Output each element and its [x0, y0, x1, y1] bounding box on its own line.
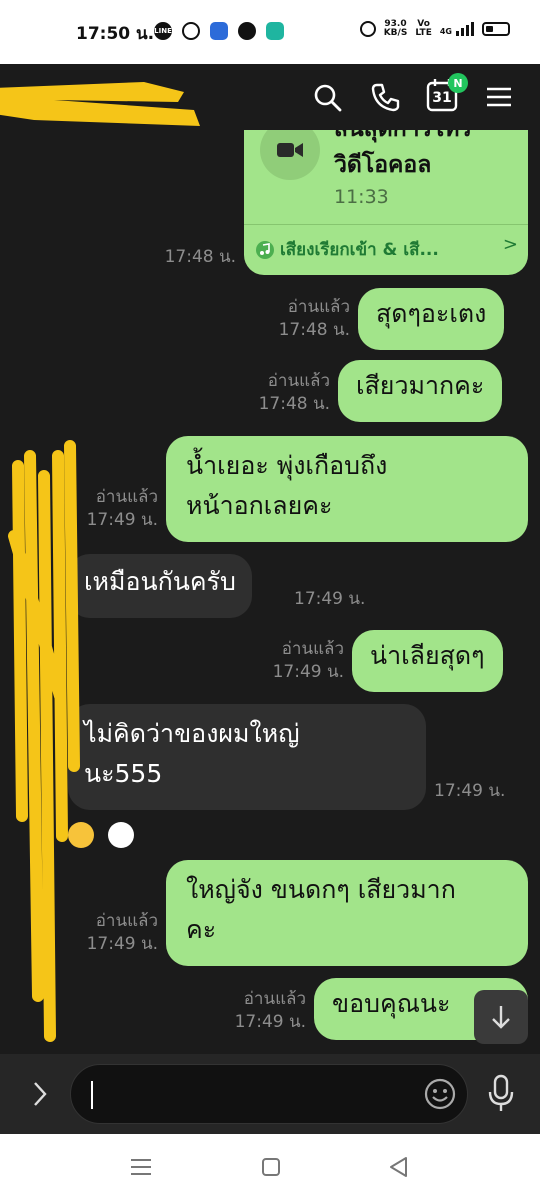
message-time: 17:48 น.: [164, 247, 236, 267]
signal-label: 4G: [439, 27, 452, 36]
message-text-line: ใหญ่จัง ขนดกๆ เสียวมาก: [186, 875, 456, 904]
chevron-right-icon: [34, 1082, 47, 1106]
message-text-line: ไม่คิดว่าของผมใหญ่: [84, 719, 300, 748]
battery-icon: [482, 22, 510, 36]
notification-icons: LINE: [154, 22, 284, 40]
message-bubble-incoming[interactable]: เหมือนกันครับ: [68, 554, 252, 618]
message-time: 17:49 น.: [294, 589, 366, 609]
message-text: สุดๆอะเตง: [376, 299, 487, 328]
call-title-line1: สิ้นสุดการโทร: [334, 130, 472, 144]
message-input[interactable]: [91, 1077, 411, 1113]
message-bubble-outgoing[interactable]: เสียวมากคะ: [338, 360, 503, 422]
blue-app-icon: [210, 22, 228, 40]
video-call-ended-card[interactable]: สิ้นสุดการโทร วิดีโอคอล 11:33 เสียงเรียก…: [244, 130, 528, 275]
status-bar: 17:50 น. LINE 93.0 KB/S Vo LTE 4G: [0, 0, 540, 64]
message-time: 17:48 น.: [258, 394, 330, 414]
volte-bottom: LTE: [415, 28, 432, 38]
emoji-icon[interactable]: [424, 1078, 456, 1110]
status-time: 17:50 น.: [76, 24, 155, 44]
redaction-scribble: [8, 440, 80, 1042]
message-meta: อ่านแล้ว 17:48 น.: [262, 296, 350, 342]
music-note-icon: [256, 240, 274, 259]
recent-apps-icon[interactable]: [128, 1154, 154, 1180]
message-time: 17:49 น.: [434, 781, 506, 801]
home-icon[interactable]: [258, 1154, 284, 1180]
volte-icon: Vo LTE: [415, 20, 432, 38]
text-caret: [91, 1081, 93, 1109]
message-text-line: หน้าอกเลยคะ: [186, 491, 333, 520]
network-speed: 93.0 KB/S: [384, 20, 408, 38]
call-title-line2: วิดีโอคอล: [334, 152, 432, 178]
read-receipt: อ่านแล้ว: [243, 989, 306, 1009]
divider: [244, 224, 528, 225]
calendar-badge: N: [448, 73, 468, 93]
chat-bubble-icon: [182, 22, 200, 40]
network-speed-unit: KB/S: [383, 28, 408, 38]
search-icon[interactable]: [312, 82, 342, 112]
line-icon: LINE: [154, 22, 172, 40]
microphone-icon[interactable]: [486, 1074, 516, 1114]
menu-icon[interactable]: [484, 82, 514, 112]
message-input-field[interactable]: [70, 1064, 468, 1124]
chevron-right-icon: >: [502, 234, 518, 255]
ringtone-link[interactable]: เสียงเรียกเข้า & เสี...: [256, 236, 439, 263]
phone-icon[interactable]: [370, 82, 400, 112]
teal-app-icon: [266, 22, 284, 40]
message-bubble-outgoing[interactable]: ใหญ่จัง ขนดกๆ เสียวมาก คะ: [166, 860, 528, 966]
thinking-emoji[interactable]: [108, 822, 134, 848]
message-text-line: นะ555: [84, 759, 163, 788]
profile-icon: [238, 22, 256, 40]
message-meta: อ่านแล้ว 17:49 น.: [218, 988, 306, 1034]
back-icon[interactable]: [386, 1154, 412, 1180]
message-text: เหมือนกันครับ: [84, 567, 236, 596]
message-bubble-outgoing[interactable]: สุดๆอะเตง: [358, 288, 505, 350]
system-status: 93.0 KB/S Vo LTE 4G: [359, 20, 510, 38]
call-duration: 11:33: [334, 186, 389, 208]
message-time: 17:48 น.: [278, 320, 350, 340]
message-text: เสียวมากคะ: [356, 371, 485, 400]
scroll-to-bottom-button[interactable]: [474, 990, 528, 1044]
read-receipt: อ่านแล้ว: [287, 297, 350, 317]
message-meta: อ่านแล้ว 17:48 น.: [242, 370, 330, 416]
message-time: 17:49 น.: [272, 662, 344, 682]
message-meta: อ่านแล้ว 17:49 น.: [256, 638, 344, 684]
read-receipt: อ่านแล้ว: [267, 371, 330, 391]
arrow-down-icon: [492, 1006, 510, 1029]
calendar-day: 31: [432, 90, 452, 106]
message-bubble-outgoing[interactable]: น้ำเยอะ พุ่งเกือบถึง หน้าอกเลยคะ: [166, 436, 528, 542]
video-camera-icon: [260, 130, 320, 180]
message-text: ขอบคุณนะ: [332, 989, 451, 1018]
ringtone-link-text: เสียงเรียกเข้า & เสี...: [280, 240, 439, 260]
expand-button[interactable]: [22, 1076, 58, 1112]
message-bubble-outgoing[interactable]: น่าเลียสุดๆ: [352, 630, 503, 692]
message-text-line: น้ำเยอะ พุ่งเกือบถึง: [186, 451, 388, 480]
chat-header: 31 N: [0, 64, 540, 130]
read-receipt: อ่านแล้ว: [281, 639, 344, 659]
message-time: 17:49 น.: [234, 1012, 306, 1032]
system-nav-bar: [0, 1134, 540, 1200]
message-input-bar: [0, 1054, 540, 1134]
alarm-icon: [359, 21, 376, 37]
message-bubble-incoming[interactable]: ไม่คิดว่าของผมใหญ่ นะ555: [68, 704, 426, 810]
message-text: น่าเลียสุดๆ: [370, 641, 485, 670]
redaction-scribble: [0, 82, 200, 126]
message-text-line: คะ: [186, 915, 217, 944]
signal-icon: 4G: [440, 22, 474, 36]
